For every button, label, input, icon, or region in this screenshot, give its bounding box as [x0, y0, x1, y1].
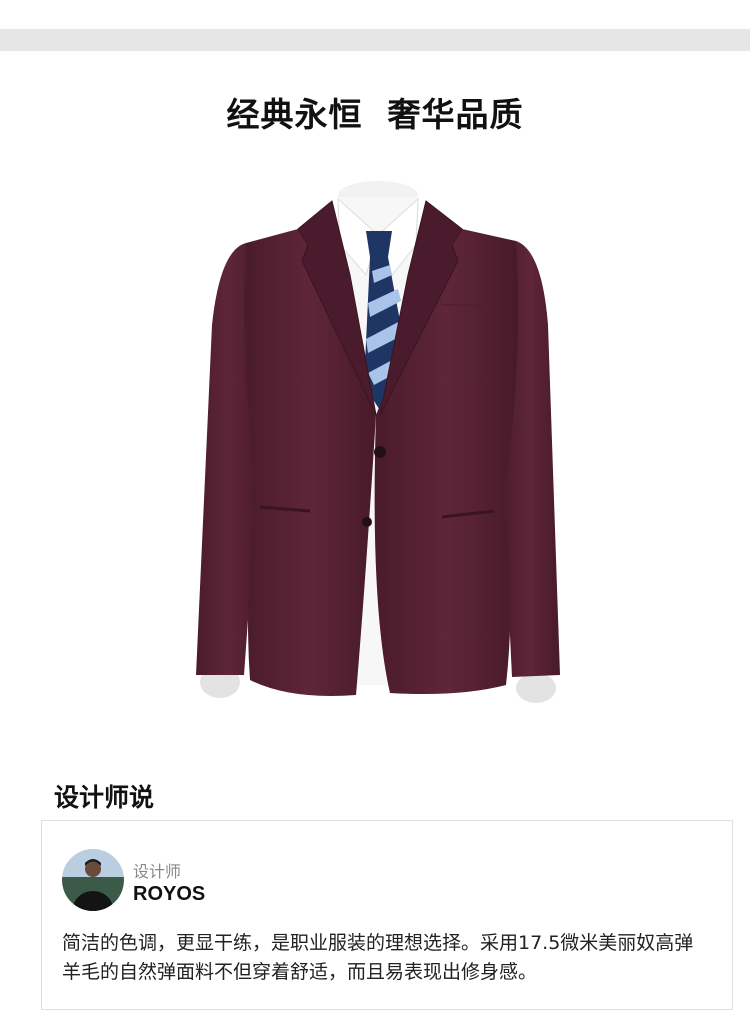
product-image	[180, 175, 580, 720]
jacket-button-bottom	[362, 517, 372, 527]
designer-quote: 简洁的色调，更显干练，是职业服装的理想选择。采用17.5微米美丽奴高弹羊毛的自然…	[62, 932, 694, 983]
designer-card: 设计师 ROYOS 简洁的色调，更显干练，是职业服装的理想选择。采用17.5微米…	[41, 820, 733, 1010]
suit-jacket-illustration	[196, 181, 560, 703]
top-strip	[0, 0, 750, 29]
right-cuff	[516, 673, 556, 703]
designer-name: ROYOS	[133, 883, 206, 905]
section-divider-band	[0, 29, 750, 51]
designer-avatar	[62, 849, 124, 911]
jacket-button-top	[374, 446, 386, 458]
designer-section-title: 设计师说	[54, 783, 155, 812]
page-headline: 经典永恒 奢华品质	[226, 95, 524, 134]
designer-role-label: 设计师	[133, 862, 182, 881]
avatar-photo	[62, 849, 124, 911]
